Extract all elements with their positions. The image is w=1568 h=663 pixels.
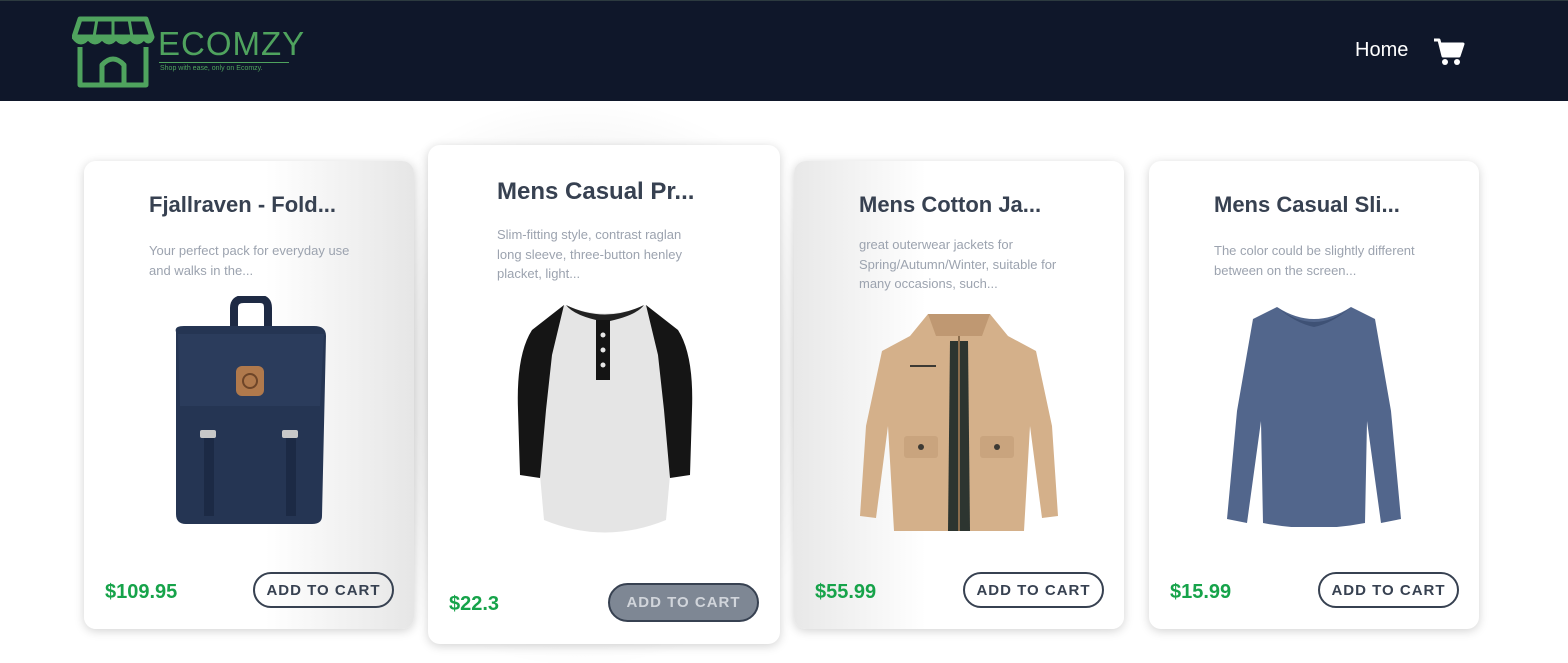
product-image-cotton-jacket — [860, 314, 1058, 531]
product-title: Fjallraven - Fold... — [149, 192, 337, 217]
product-image-long-sleeve-tee — [1227, 307, 1401, 527]
brand-logo[interactable]: ECOMZY Shop with ease, only on Ecomzy. — [72, 15, 304, 89]
storefront-icon — [72, 16, 155, 88]
shopping-cart-icon[interactable] — [1433, 37, 1465, 67]
product-card[interactable]: Mens Casual Pr... Slim-fitting style, co… — [428, 145, 780, 644]
product-price: $55.99 — [815, 581, 877, 603]
product-image-backpack — [175, 296, 326, 524]
add-to-cart-button[interactable]: ADD TO CART — [1318, 572, 1459, 608]
brand-underline — [159, 62, 289, 63]
product-card[interactable]: Fjallraven - Fold... Your perfect pack f… — [84, 161, 414, 629]
product-price: $22.3 — [449, 593, 500, 615]
product-description: The color could be slightly different be… — [1214, 243, 1415, 278]
top-navbar: ECOMZY Shop with ease, only on Ecomzy. H… — [0, 0, 1568, 101]
product-card[interactable]: Mens Cotton Ja... great outerwear jacket… — [794, 161, 1124, 629]
product-card[interactable]: Mens Casual Sli... The color could be sl… — [1149, 161, 1479, 629]
add-to-cart-button[interactable]: ADD TO CART — [963, 572, 1104, 608]
nav-home-link[interactable]: Home — [1355, 39, 1408, 62]
add-to-cart-button[interactable]: ADD TO CART — [253, 572, 394, 608]
product-title: Mens Casual Sli... — [1214, 192, 1400, 217]
brand-tagline: Shop with ease, only on Ecomzy. — [160, 65, 263, 72]
product-image-raglan-henley-shirt — [517, 305, 693, 533]
product-title: Mens Cotton Ja... — [859, 192, 1042, 217]
product-title: Mens Casual Pr... — [497, 178, 695, 205]
product-description: great outerwear jackets for Spring/Autum… — [859, 237, 1057, 291]
product-description: Slim-fitting style, contrast raglan long… — [497, 227, 683, 281]
product-price: $15.99 — [1170, 581, 1232, 603]
product-price: $109.95 — [105, 581, 178, 603]
brand-name: ECOMZY — [158, 25, 306, 62]
product-description: Your perfect pack for everyday use and w… — [149, 243, 350, 278]
add-to-cart-button[interactable]: ADD TO CART — [608, 583, 759, 622]
